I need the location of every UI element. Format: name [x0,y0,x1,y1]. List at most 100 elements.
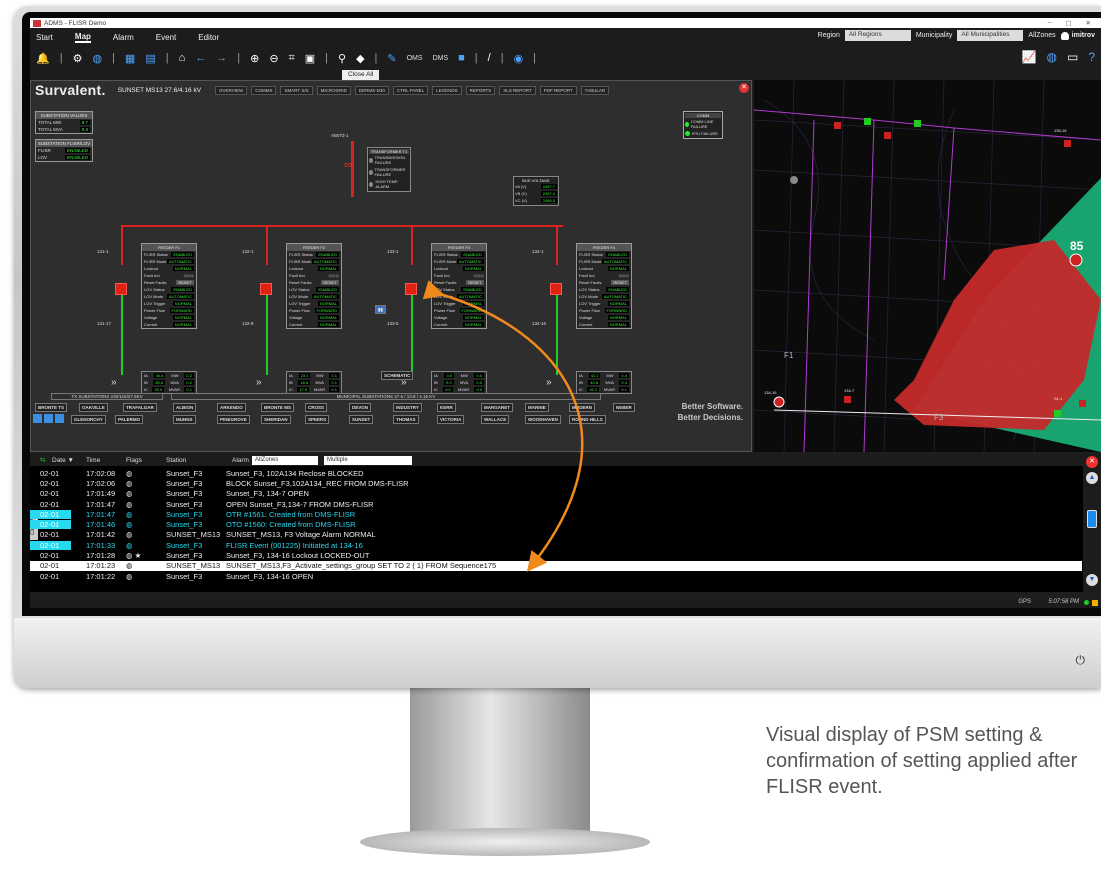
tab-pdf-report[interactable]: PDF REPORT [539,85,577,95]
flisr-value[interactable]: ENABLED [64,148,90,153]
flisr-mode-value[interactable]: AUTOMATIC [166,259,194,264]
search-icon[interactable]: ⚲ [338,52,346,65]
alarm-row[interactable]: 02-01 17:01:46 ◍ Sunset_F3 OTO #1560: Create… [30,519,1082,530]
layers-icon[interactable]: ◆ [356,52,364,65]
alarm-row[interactable]: 02-01 17:01:49 ◍ Sunset_F3 Sunset_F3, 134-7 … [30,489,1082,499]
station-button[interactable]: ROUND HILLS [569,415,606,424]
zone-filter-select[interactable]: AllZones [252,455,318,465]
alarm-row[interactable]: 02-01 17:01:28 ◍ ★ Sunset_F3 Sunset_F3, 134-… [30,550,1082,560]
reset-button[interactable]: RESET [176,280,194,285]
station-button[interactable]: DEVON [349,403,372,412]
pin-icon[interactable]: ✎ [387,52,396,65]
tab-microgrid[interactable]: MICROGRID [316,85,351,95]
chart-icon[interactable]: 📈 [1022,50,1037,64]
flisr-status-value[interactable]: ENABLED [171,252,194,257]
tab-tabular[interactable]: TABULAR [580,85,610,95]
flisr-mode-value[interactable]: AUTOMATIC [456,259,484,264]
globe-icon[interactable]: ◍ [92,52,102,65]
help-icon[interactable]: ? [1088,50,1095,64]
fit-icon[interactable]: ▣ [305,52,315,65]
station-button[interactable]: MARGARET [481,403,513,412]
lov-status-value[interactable]: ENABLED [461,287,484,292]
tab-overview[interactable]: OVERVIEW [215,85,248,95]
close-button[interactable]: ✕ [1086,19,1091,27]
lov-mode-value[interactable]: AUTOMATIC [456,294,484,299]
station-button[interactable]: MUNNS [173,415,196,424]
alarm-row[interactable]: 02-01 17:01:47 ◍ Sunset_F3 OPEN Sunset_F3,13… [30,499,1082,509]
lov-trigger-value[interactable]: NORMAL [607,301,629,306]
flisr-status-value[interactable]: ENABLED [606,252,629,257]
lov-mode-value[interactable]: AUTOMATIC [601,294,629,299]
report-icon[interactable]: ▤ [145,52,155,65]
table-icon[interactable] [44,414,53,423]
lov-status-value[interactable]: ENABLED [171,287,194,292]
tab-ctrl-panel[interactable]: CTRL PANEL [392,85,429,95]
back-arrow-icon[interactable]: ← [195,52,206,64]
crop-icon[interactable]: ⌗ [289,52,295,65]
alarm-marker-icon[interactable] [1069,253,1083,267]
filter-icon[interactable]: ⇆ [40,456,45,464]
menu-start[interactable]: Start [36,33,53,42]
power-icon[interactable]: ⏻ [1076,653,1086,668]
calendar-icon[interactable]: ▦ [125,52,135,65]
chevron-right-icon[interactable]: » [546,377,552,388]
transformer-icon[interactable]: ∞ [344,159,352,171]
device-icon[interactable]: ▮▮ [375,305,386,314]
alarm-row[interactable]: 02-01 17:01:22 ◍ Sunset_F3 Sunset_F3, 134-16… [30,571,1082,581]
list-icon[interactable] [55,414,64,423]
current-value[interactable]: NORMAL [607,322,629,327]
lov-mode-value[interactable]: AUTOMATIC [311,294,339,299]
station-button[interactable]: CROSS [305,403,328,412]
station-button[interactable]: KERR [437,403,456,412]
station-button[interactable]: TRAFALGAR [123,403,157,412]
device-marker[interactable] [1079,400,1086,407]
print-icon[interactable]: ▭ [1067,50,1078,64]
flisr-mode-value[interactable]: AUTOMATIC [601,259,629,264]
breaker-icon[interactable] [260,283,272,295]
oms-menu[interactable]: OMS [407,55,423,62]
alarm-row[interactable]: 02-01 17:02:08 ◍ Sunset_F3 Sunset_F3, 102A13… [30,468,1082,478]
reset-button[interactable]: RESET [321,280,339,285]
lov-mode-value[interactable]: AUTOMATIC [166,294,194,299]
menu-map[interactable]: Map [74,32,91,43]
station-button[interactable]: VICTORIA [437,415,465,424]
alarm-row[interactable]: 02-01 17:01:33 ◍ Sunset_F3 FLISR Event (0012… [30,540,1082,550]
gis-map[interactable]: 85 F1 F3 S1-1 134-16 134-7 135-16 [754,80,1101,452]
current-value[interactable]: NORMAL [462,322,484,327]
zoom-out-icon[interactable]: ⊖ [269,52,278,65]
station-button[interactable]: INDUSTRY [393,403,422,412]
user-menu[interactable]: imitrov [1060,31,1095,40]
station-button[interactable]: MODERN [569,403,595,412]
lockout-value[interactable]: NORMAL [172,266,194,271]
flisr-status-value[interactable]: ENABLED [316,252,339,257]
flisr-status-value[interactable]: ENABLED [461,252,484,257]
scroll-thumb[interactable] [1087,510,1097,528]
chevron-right-icon[interactable]: » [111,377,117,388]
minimize-button[interactable]: – [1048,19,1052,27]
device-marker[interactable] [864,118,871,125]
power-flow-value[interactable]: FORWARD [604,308,629,313]
forward-arrow-icon[interactable]: → [216,52,227,64]
municipality-select[interactable]: All Municipalities [957,30,1024,41]
lov-trigger-value[interactable]: NORMAL [462,301,484,306]
station-button[interactable]: ALBION [173,403,197,412]
settings-icon[interactable]: ⚙ [73,52,83,65]
reset-button[interactable]: RESET [611,280,629,285]
lov-trigger-value[interactable]: NORMAL [317,301,339,306]
zoom-in-icon[interactable]: ⊕ [250,52,259,65]
col-time[interactable]: Time [86,457,100,464]
alarm-bell-icon[interactable]: 🔔 [36,52,50,65]
alarm-row[interactable]: 02-01 17:01:47 ◍ Sunset_F3 OTR #1561: Create… [30,509,1082,519]
lov-trigger-value[interactable]: NORMAL [172,301,194,306]
device-marker[interactable] [884,132,891,139]
station-button[interactable]: GLENORCHY [71,415,106,424]
type-filter-select[interactable]: Multiple [324,455,412,465]
breaker-icon[interactable] [115,283,127,295]
lov-status-value[interactable]: ENABLED [606,287,629,292]
scroll-down-icon[interactable]: ▼ [1086,574,1098,586]
alarm-scrollbar[interactable]: ✕ ▲ ▼ [1083,454,1101,592]
station-button[interactable]: PALERMO [115,415,144,424]
tab-comms[interactable]: COMMS [251,85,277,95]
voltage-value[interactable]: NORMAL [607,315,629,320]
current-value[interactable]: NORMAL [317,322,339,327]
